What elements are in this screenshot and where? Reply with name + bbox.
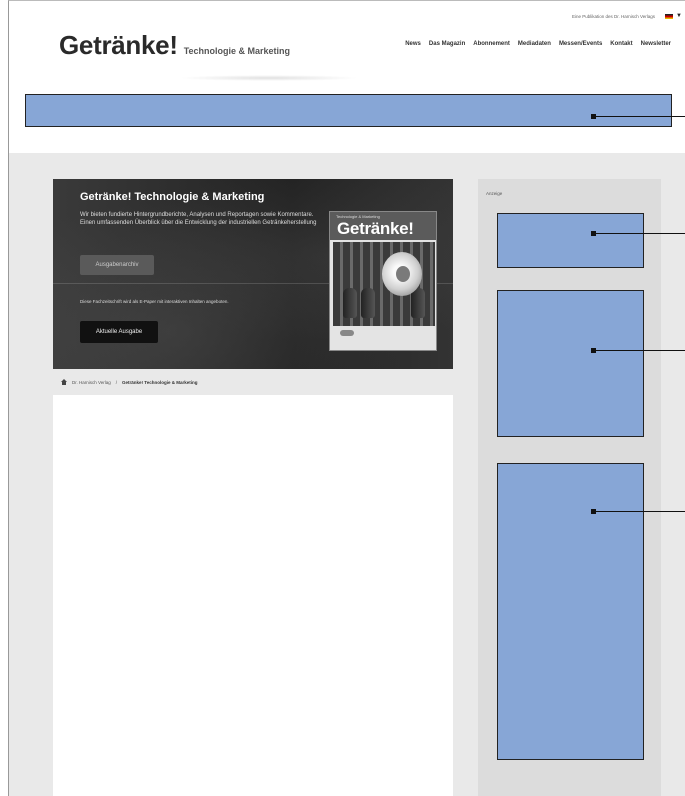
chevron-down-icon[interactable]: ▼ [676,13,682,19]
nav-item-newsletter[interactable]: Newsletter [641,41,671,47]
magazine-cover[interactable]: Technologie & Marketing Getränke! [329,211,437,351]
hero-title: Getränke! Technologie & Marketing [80,191,265,203]
leaderboard-ad-placeholder[interactable] [25,94,672,127]
nav-item-mediadaten[interactable]: Mediadaten [518,41,551,47]
current-issue-button[interactable]: Aktuelle Ausgabe [80,321,158,343]
main-nav: News Das Magazin Abonnement Mediadaten M… [405,41,671,47]
header-shadow [179,75,359,81]
annotation-pointer [591,114,685,119]
logo-main-text: Getränke! [59,30,178,60]
annotation-pointer [591,348,685,353]
breadcrumb-home[interactable]: Dr. Harnisch Verlag [72,380,111,385]
main-content-panel [53,395,453,796]
bottle-icon [411,288,425,318]
magazine-hero: Getränke! Technologie & Marketing Wir bi… [53,179,453,369]
cover-device-hole [396,266,410,282]
publisher-note[interactable]: Eine Publikation des Dr. Harnisch Verlag… [572,14,655,19]
breadcrumb: Dr. Harnisch Verlag / Getränke! Technolo… [61,379,197,385]
sidebar-ad-small[interactable] [497,213,644,268]
bottle-icon [361,288,375,318]
cover-key-icon [340,330,354,336]
annotation-pointer [591,509,685,514]
nav-item-magazin[interactable]: Das Magazin [429,41,465,47]
page-frame: Eine Publikation des Dr. Harnisch Verlag… [8,0,685,796]
bottle-icon [343,288,357,318]
issue-archive-button[interactable]: Ausgabenarchiv [80,255,154,275]
annotation-pointer [591,231,685,236]
breadcrumb-current: Getränke! Technologie & Marketing [122,379,198,385]
logo-sub-text: Technologie & Marketing [183,46,291,56]
hero-description: Wir bieten fundierte Hintergrundberichte… [80,212,317,226]
sidebar-ad-skyscraper[interactable] [497,463,644,760]
nav-item-news[interactable]: News [405,41,421,47]
cover-title: Getränke! [337,219,414,238]
nav-item-abonnement[interactable]: Abonnement [473,41,510,47]
home-icon[interactable] [61,379,67,385]
site-logo[interactable]: Getränke! Technologie & Marketing [59,30,290,61]
nav-item-kontakt[interactable]: Kontakt [610,41,632,47]
nav-item-messen-events[interactable]: Messen/Events [559,41,602,47]
sidebar: Anzeige [478,179,661,796]
ad-label: Anzeige [486,191,503,196]
breadcrumb-separator: / [115,379,118,385]
sidebar-ad-square[interactable] [497,290,644,437]
german-flag-icon[interactable] [665,14,673,19]
site-header: Eine Publikation des Dr. Harnisch Verlag… [9,1,685,93]
epaper-note: Diese Fachzeitschrift wird als E-Paper m… [80,299,229,304]
